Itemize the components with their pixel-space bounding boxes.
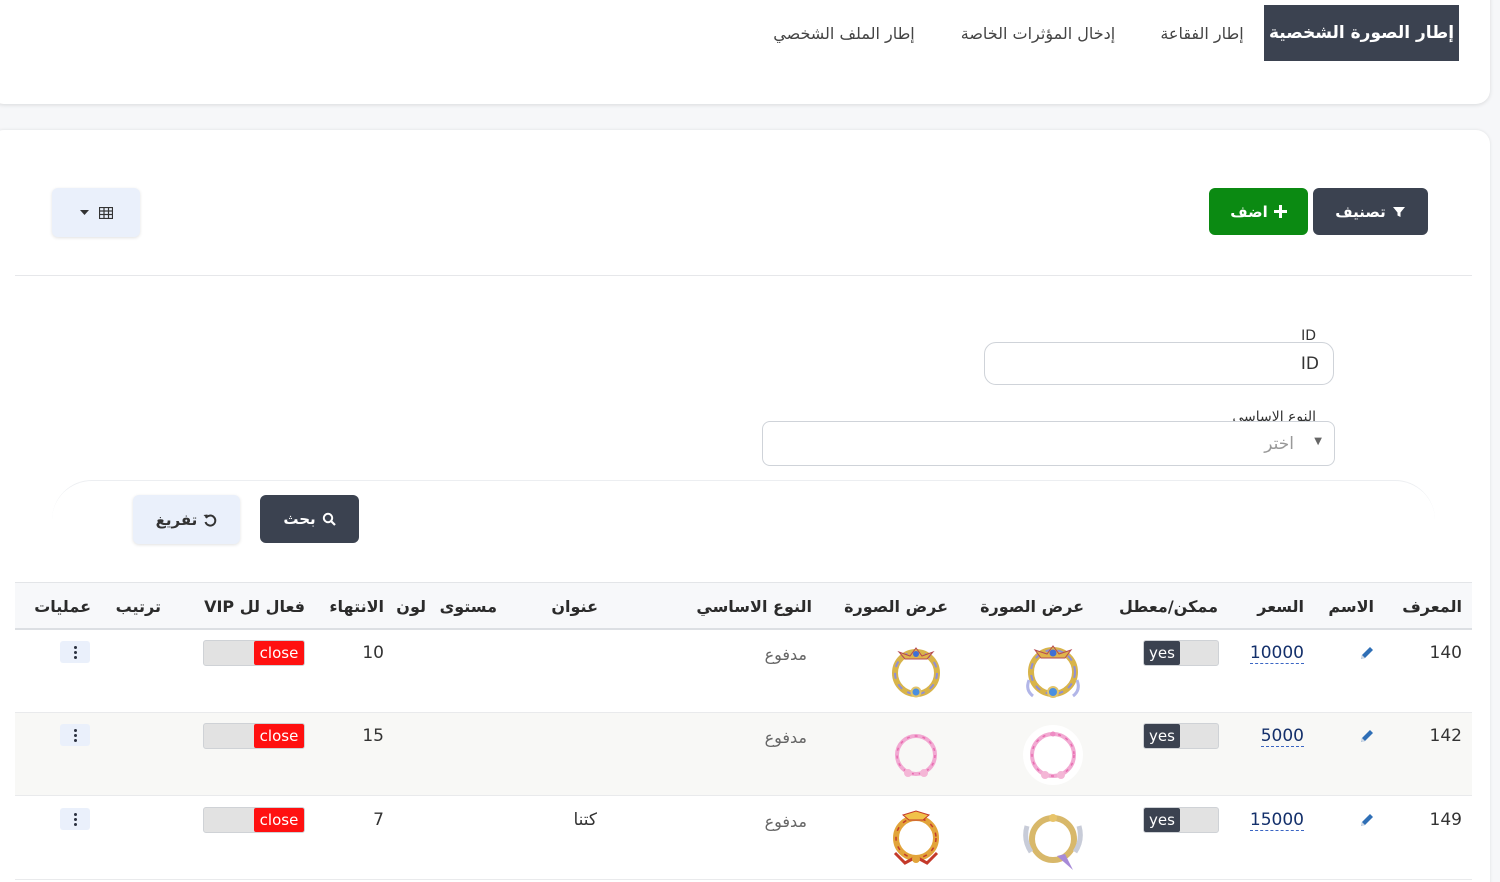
tab-special-effects[interactable]: إدخال المؤثرات الخاصة xyxy=(946,5,1130,61)
cell-expiry: 7 xyxy=(373,810,384,830)
price-link[interactable]: 5000 xyxy=(1260,727,1304,747)
dot xyxy=(73,812,77,816)
table-row: 142 5000 yes مدفوع 15 close xyxy=(15,713,1472,796)
search-button-label: بحث xyxy=(283,510,316,528)
filter-button-label: تصنيف xyxy=(1335,202,1386,221)
toggle-close-label: close xyxy=(254,724,304,748)
th-actions: عمليات xyxy=(34,597,91,616)
th-price[interactable]: السعر xyxy=(1257,597,1304,616)
row-actions-menu[interactable] xyxy=(60,808,90,830)
filter-icon xyxy=(1392,205,1406,219)
price-link[interactable]: 10000 xyxy=(1249,644,1304,664)
filter-button[interactable]: تصنيف xyxy=(1313,188,1428,235)
add-button-label: اضف xyxy=(1230,202,1268,221)
tab-profile-frame[interactable]: إطار الملف الشخصي xyxy=(760,5,928,61)
base-type-placeholder: اختر xyxy=(1264,433,1294,454)
dot xyxy=(73,733,77,737)
toggle-close-label: close xyxy=(254,641,304,665)
cell-id: 140 xyxy=(1429,643,1462,663)
reset-button-label: تفريغ xyxy=(155,510,198,529)
th-level[interactable]: مستوى xyxy=(440,597,497,616)
reset-button[interactable]: تفريغ xyxy=(133,495,240,544)
dot xyxy=(73,655,77,659)
frame-preview-image xyxy=(1026,645,1080,698)
cell-base-type: مدفوع xyxy=(764,645,807,664)
table-header: المعرف الاسم السعر ممكن/معطل عرض الصورة … xyxy=(15,582,1472,630)
cell-expiry: 15 xyxy=(362,726,384,746)
pencil-icon[interactable] xyxy=(1358,727,1376,745)
th-title[interactable]: عنوان xyxy=(551,597,598,616)
cell-expiry: 10 xyxy=(362,643,384,663)
row-actions-menu[interactable] xyxy=(60,724,90,746)
toggle-yes-label: yes xyxy=(1144,724,1180,748)
dot xyxy=(73,645,77,649)
id-input[interactable] xyxy=(984,342,1334,385)
th-order[interactable]: ترتيب xyxy=(116,597,161,616)
frame-preview-image xyxy=(895,734,937,777)
table-row: 140 10000 yes مدفوع 10 close xyxy=(15,630,1472,713)
toggle-yes-label: yes xyxy=(1144,641,1180,665)
search-icon xyxy=(322,512,336,526)
undo-icon xyxy=(203,513,217,527)
vip-toggle[interactable]: close xyxy=(203,640,305,666)
table-icon xyxy=(98,206,113,219)
frame-preview-image xyxy=(892,647,940,698)
pencil-icon[interactable] xyxy=(1358,644,1376,662)
dot xyxy=(73,738,77,742)
add-button[interactable]: اضف xyxy=(1209,188,1308,235)
cell-id: 142 xyxy=(1429,726,1462,746)
pencil-icon[interactable] xyxy=(1358,811,1376,829)
cell-base-type: مدفوع xyxy=(764,728,807,747)
enabled-toggle[interactable]: yes xyxy=(1143,723,1219,749)
dot xyxy=(73,817,77,821)
frame-preview-image xyxy=(893,810,939,865)
toggle-close-label: close xyxy=(254,808,304,832)
dot xyxy=(73,822,77,826)
vip-toggle[interactable]: close xyxy=(203,807,305,833)
th-color[interactable]: لون xyxy=(396,597,426,616)
enabled-toggle[interactable]: yes xyxy=(1143,807,1219,833)
cell-title: كتنا xyxy=(573,810,597,830)
cell-base-type: مدفوع xyxy=(764,812,807,831)
dot xyxy=(73,728,77,732)
enabled-toggle[interactable]: yes xyxy=(1143,640,1219,666)
row-actions-menu[interactable] xyxy=(60,641,90,663)
toggle-yes-label: yes xyxy=(1144,808,1180,832)
chevron-down-icon xyxy=(79,209,89,216)
dot xyxy=(73,650,77,654)
price-link[interactable]: 15000 xyxy=(1249,811,1304,831)
th-expiry[interactable]: الانتهاء xyxy=(329,597,384,616)
th-name[interactable]: الاسم xyxy=(1328,597,1374,616)
tab-bubble-frame[interactable]: إطار الفقاعة xyxy=(1146,5,1258,61)
toolbar-divider xyxy=(15,275,1472,276)
plus-icon xyxy=(1273,205,1287,218)
cell-id: 149 xyxy=(1429,810,1462,830)
th-id[interactable]: المعرف xyxy=(1402,597,1462,616)
table-row: 149 15000 yes مدفوع كتنا 7 close xyxy=(15,797,1472,880)
th-enabled[interactable]: ممكن/معطل xyxy=(1119,597,1218,616)
frame-preview-image xyxy=(1023,814,1083,870)
columns-menu-button[interactable] xyxy=(52,188,140,237)
th-image-1: عرض الصورة xyxy=(980,597,1084,616)
tab-avatar-frame[interactable]: إطار الصورة الشخصية xyxy=(1264,5,1459,61)
chevron-down-icon: ▼ xyxy=(1314,436,1322,447)
frame-preview-image xyxy=(1023,725,1083,785)
search-button[interactable]: بحث xyxy=(260,495,359,543)
th-vip[interactable]: VIP فعال لل xyxy=(204,597,305,616)
th-image-2: عرض الصورة xyxy=(844,597,948,616)
vip-toggle[interactable]: close xyxy=(203,723,305,749)
base-type-select[interactable]: اختر ▼ xyxy=(762,421,1335,466)
th-base-type[interactable]: النوع الاساسي xyxy=(696,597,812,616)
